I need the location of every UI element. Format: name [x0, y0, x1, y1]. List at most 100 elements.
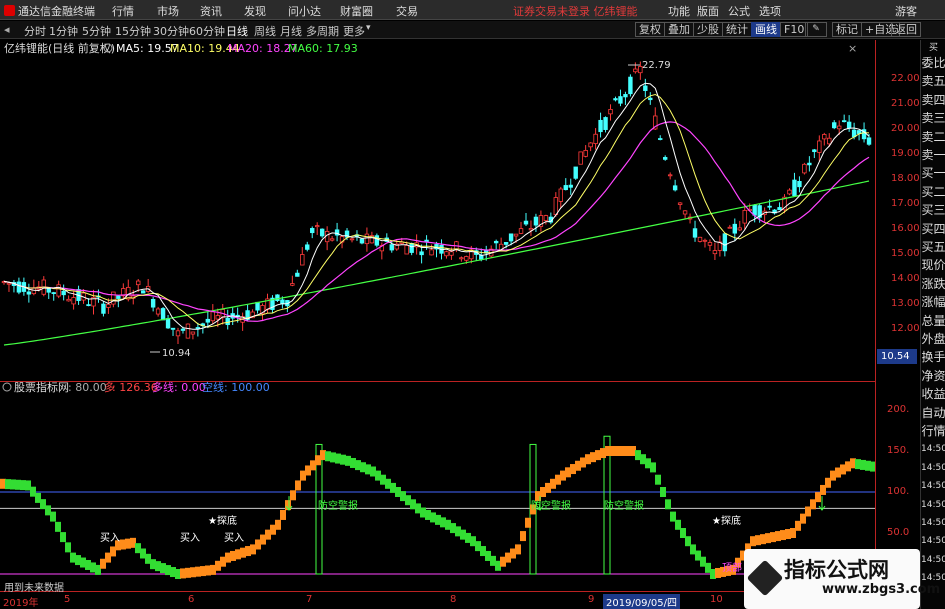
indicator-value-3: : 0.00 — [174, 381, 206, 394]
sidebar-item[interactable]: 涨跌 — [921, 277, 945, 292]
sidebar-item[interactable]: 收益 — [921, 387, 945, 402]
stock-header-name: 亿纬锂能(日线 前复权) — [4, 41, 115, 55]
period-tab-1min[interactable]: 1分钟 — [49, 23, 78, 39]
menu-wealth[interactable]: 财富圈 — [340, 3, 373, 19]
menu-ask[interactable]: 问小达 — [288, 3, 321, 19]
period-tab-weekly[interactable]: 周线 — [254, 23, 276, 39]
candle-body — [518, 228, 524, 234]
sidebar-item[interactable]: 14:50 — [921, 553, 945, 568]
indicator-bar — [650, 462, 656, 473]
period-tab-more[interactable]: 更多 — [343, 23, 365, 39]
menu-news[interactable]: 资讯 — [200, 3, 222, 19]
sidebar-item[interactable]: 总量 — [921, 314, 945, 329]
period-tab-5min[interactable]: 5分钟 — [82, 23, 111, 39]
candle-body — [185, 323, 191, 339]
menu-formula[interactable]: 公式 — [728, 3, 750, 19]
sidebar-item[interactable]: 14:50 — [921, 479, 945, 494]
login-warning[interactable]: 证券交易未登录 亿纬锂能 — [513, 3, 638, 19]
sidebar-item[interactable]: 14:50 — [921, 442, 945, 457]
period-tab-60min[interactable]: 60分钟 — [189, 23, 225, 39]
more-chevron-icon[interactable]: ▾ — [366, 23, 371, 33]
menu-function[interactable]: 功能 — [668, 3, 690, 19]
sidebar-item[interactable]: 14:50 — [921, 534, 945, 549]
sidebar-item[interactable]: 现价 — [921, 258, 945, 273]
indicator-tick: 150. — [887, 445, 910, 456]
chart-close-icon[interactable]: × — [848, 42, 857, 55]
sidebar-item[interactable]: 自动 — [921, 406, 945, 421]
sidebar-item[interactable]: 14:50 — [921, 516, 945, 531]
date-tick: 7 — [306, 594, 313, 605]
candle-body — [827, 137, 832, 145]
period-tab-intraday[interactable]: 分时 — [24, 23, 46, 39]
price-tick: 17.00 — [891, 198, 920, 209]
sidebar-item[interactable]: 卖三 — [921, 111, 945, 126]
candle-body — [663, 157, 668, 160]
current-price-badge: 10.54 — [877, 349, 917, 364]
candle-body — [349, 238, 355, 241]
candle-body — [588, 142, 593, 148]
menu-markets[interactable]: 市场 — [157, 3, 179, 19]
sidebar-item[interactable]: 行情 — [921, 424, 945, 439]
candle-body — [86, 304, 91, 307]
mark-button[interactable]: 标记 — [832, 22, 862, 37]
sidebar-item[interactable]: 卖二 — [921, 130, 945, 145]
sidebar-item[interactable]: 14:50 — [921, 461, 945, 476]
sidebar-item[interactable]: 买四 — [921, 222, 945, 237]
sidebar-item[interactable]: 涨幅 — [921, 295, 945, 310]
menu-layout[interactable]: 版面 — [697, 3, 719, 19]
sidebar-item[interactable]: 委比 — [921, 56, 945, 71]
overlay-button[interactable]: 叠加 — [664, 22, 694, 37]
guest-button[interactable]: 游客 — [895, 3, 917, 19]
candle-body — [648, 97, 653, 101]
less-stock-button[interactable]: 少股 — [693, 22, 723, 37]
period-tab-15min[interactable]: 15分钟 — [115, 23, 151, 39]
sidebar-item[interactable]: 买五 — [921, 240, 945, 255]
title-bar: 通达信金融终端 行情 市场 资讯 发现 问小达 财富圈 交易 证券交易未登录 亿… — [0, 0, 945, 20]
back-button[interactable]: 返回 — [891, 22, 921, 37]
sidebar-item[interactable]: 卖五 — [921, 74, 945, 89]
candle-body — [101, 303, 106, 314]
sidebar-item[interactable]: 买三 — [921, 203, 945, 218]
candle-body — [314, 225, 320, 228]
price-tick: 19.00 — [891, 148, 920, 159]
stats-button[interactable]: 统计 — [722, 22, 752, 37]
sidebar-item[interactable]: 卖一 — [921, 148, 945, 163]
sidebar-item[interactable]: 净资 — [921, 369, 945, 384]
candlestick-chart[interactable]: 亿纬锂能(日线 前复权) MA5: 19.57 MA10: 19.44 MA20… — [0, 40, 875, 380]
sidebar-item[interactable]: 14:50 — [921, 498, 945, 513]
sidebar-item[interactable]: 买二 — [921, 185, 945, 200]
indicator-tick: 100. — [887, 486, 910, 497]
sidebar-item[interactable]: 外盘 — [921, 332, 945, 347]
draw-line-button[interactable]: 画线 — [751, 22, 781, 37]
indicator-bar — [280, 509, 286, 520]
menu-options[interactable]: 选项 — [759, 3, 781, 19]
candle-body — [180, 328, 186, 331]
high-price-label: 22.79 — [642, 60, 671, 71]
sidebar-item[interactable]: 换手 — [921, 350, 945, 365]
menu-trade[interactable]: 交易 — [396, 3, 418, 19]
candle-body — [672, 185, 678, 191]
indicator-name: 股票指标网 — [14, 381, 69, 394]
sidebar-buy-header[interactable]: 买 — [921, 40, 945, 53]
toolbar-back-icon[interactable]: ◂ — [4, 23, 10, 36]
sidebar-item[interactable]: 买一 — [921, 166, 945, 181]
candle-body — [682, 210, 688, 215]
menu-market[interactable]: 行情 — [112, 3, 134, 19]
candle-body — [215, 315, 220, 320]
indicator-settings-icon[interactable] — [2, 382, 12, 392]
draw-tool-icon[interactable]: ✎ — [805, 22, 827, 37]
sidebar-item[interactable]: 卖四 — [921, 93, 945, 108]
period-tab-daily[interactable]: 日线 — [226, 23, 248, 39]
app-title: 通达信金融终端 — [4, 3, 95, 19]
candle-body — [752, 204, 757, 216]
candle-body — [802, 163, 807, 174]
menu-discover[interactable]: 发现 — [244, 3, 266, 19]
period-tab-30min[interactable]: 30分钟 — [153, 23, 189, 39]
date-tick: 6 — [188, 594, 195, 605]
candle-body — [140, 290, 146, 294]
adjust-button[interactable]: 复权 — [635, 22, 665, 37]
indicator-value-1: : 80.00 — [68, 381, 107, 394]
watermark-badge: 指标公式网 www.zbgs3.com — [744, 549, 940, 609]
period-tab-monthly[interactable]: 月线 — [280, 23, 302, 39]
period-tab-multi[interactable]: 多周期 — [306, 23, 339, 39]
